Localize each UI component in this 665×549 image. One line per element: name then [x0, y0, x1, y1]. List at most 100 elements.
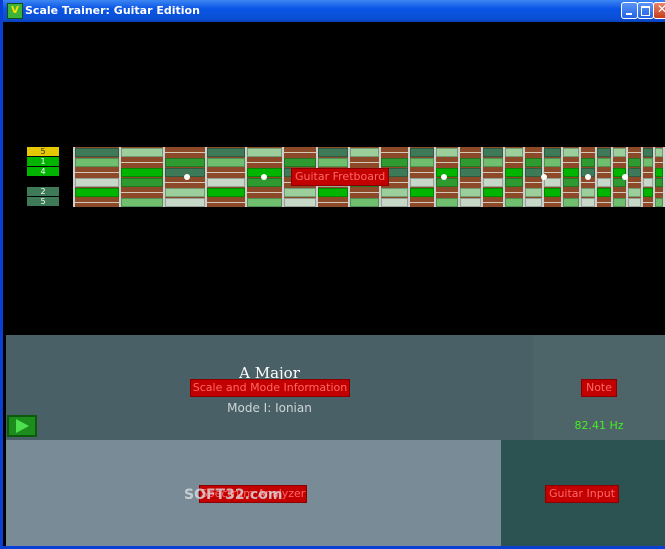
fret-note-cell[interactable] [544, 158, 561, 167]
fret-note-cell[interactable] [75, 188, 119, 197]
fret-note-cell[interactable] [525, 158, 542, 167]
fret-note-cell[interactable] [563, 168, 579, 177]
fret-note-cell[interactable] [643, 188, 653, 197]
fret-note-cell[interactable] [505, 178, 523, 187]
fret-note-cell[interactable] [284, 188, 316, 197]
fret-note-cell[interactable] [613, 198, 626, 207]
maximize-icon [641, 6, 650, 16]
fret-note-cell[interactable] [613, 148, 626, 157]
fret-marker-dot [585, 174, 591, 180]
fret-note-cell[interactable] [643, 178, 653, 187]
fret-note-cell[interactable] [460, 188, 481, 197]
fret-note-cell[interactable] [505, 168, 523, 177]
guitar-input-label: Guitar Input [545, 485, 619, 503]
fret-note-cell[interactable] [597, 158, 611, 167]
close-button[interactable]: ✕ [653, 2, 665, 19]
fret-note-cell[interactable] [381, 158, 408, 167]
app-icon[interactable]: V [7, 3, 23, 19]
fret-note-cell[interactable] [247, 148, 282, 157]
fret-note-cell[interactable] [597, 188, 611, 197]
fret-marker-dot [541, 174, 547, 180]
fret-note-cell[interactable] [505, 198, 523, 207]
fret-note-cell[interactable] [121, 168, 163, 177]
fret-note-cell[interactable] [643, 148, 653, 157]
minimize-button[interactable] [621, 2, 638, 19]
fret-note-cell[interactable] [655, 148, 663, 157]
fret-note-cell[interactable] [284, 198, 316, 207]
fret-note-cell[interactable] [436, 198, 458, 207]
fret-note-cell[interactable] [483, 148, 503, 157]
fret-note-cell[interactable] [410, 158, 434, 167]
fret-note-cell[interactable] [121, 178, 163, 187]
fret-note-cell[interactable] [525, 168, 542, 177]
fret-note-cell[interactable] [318, 188, 348, 197]
fret-note-cell[interactable] [655, 198, 663, 207]
fret-note-cell[interactable] [628, 168, 641, 177]
fret-note-cell[interactable] [436, 168, 458, 177]
fret-note-cell[interactable] [207, 188, 245, 197]
fret-note-cell[interactable] [655, 168, 663, 177]
fret-note-cell[interactable] [597, 178, 611, 187]
fret-note-cell[interactable] [165, 188, 205, 197]
legend-cell: 5 [27, 197, 59, 206]
fret-note-cell[interactable] [207, 148, 245, 157]
fret-note-cell[interactable] [165, 158, 205, 167]
fret-note-cell[interactable] [350, 148, 379, 157]
fret-note-cell[interactable] [460, 198, 481, 207]
fret-note-cell[interactable] [505, 148, 523, 157]
guitar-input-panel: Guitar Input [501, 440, 665, 546]
fret-note-cell[interactable] [436, 178, 458, 187]
fret-note-cell[interactable] [525, 198, 542, 207]
fret-note-cell[interactable] [581, 188, 595, 197]
fret-note-cell[interactable] [207, 158, 245, 167]
fret-note-cell[interactable] [581, 198, 595, 207]
fret-note-cell[interactable] [563, 148, 579, 157]
fret-note-cell[interactable] [318, 158, 348, 167]
fret-note-cell[interactable] [121, 148, 163, 157]
fret-note-cell[interactable] [643, 158, 653, 167]
fret-note-cell[interactable] [75, 158, 119, 167]
fret-note-cell[interactable] [544, 178, 561, 187]
fret-note-cell[interactable] [628, 158, 641, 167]
fret-note-cell[interactable] [436, 148, 458, 157]
fret-note-cell[interactable] [121, 198, 163, 207]
fret-note-cell[interactable] [318, 148, 348, 157]
fret-note-cell[interactable] [247, 198, 282, 207]
fret-note-cell[interactable] [350, 198, 379, 207]
fret-note-cell[interactable] [581, 158, 595, 167]
fret-note-cell[interactable] [410, 148, 434, 157]
fret-note-cell[interactable] [460, 168, 481, 177]
fret-note-cell[interactable] [207, 178, 245, 187]
title-bar[interactable]: V Scale Trainer: Guitar Edition ✕ [3, 0, 665, 22]
mode-text: Mode I: Ionian [227, 401, 312, 415]
fret-note-cell[interactable] [525, 188, 542, 197]
fret-note-cell[interactable] [75, 178, 119, 187]
fret-note-cell[interactable] [563, 178, 579, 187]
fret-note-cell[interactable] [597, 148, 611, 157]
fret-note-cell[interactable] [165, 198, 205, 207]
note-panel: Note 82.41 Hz [533, 335, 665, 440]
play-button[interactable] [7, 415, 37, 437]
note-label: Note [581, 379, 617, 397]
fret-note-cell[interactable] [381, 198, 408, 207]
fret-note-cell[interactable] [544, 148, 561, 157]
fret-note-cell[interactable] [628, 198, 641, 207]
fret-note-cell[interactable] [628, 188, 641, 197]
fret-note-cell[interactable] [410, 188, 434, 197]
fret-note-cell[interactable] [75, 148, 119, 157]
fret-marker-dot [441, 174, 447, 180]
fret-note-cell[interactable] [284, 158, 316, 167]
fret-marker-dot [622, 174, 628, 180]
fret-note-cell[interactable] [483, 178, 503, 187]
maximize-button[interactable] [637, 2, 654, 19]
fret-note-cell[interactable] [544, 188, 561, 197]
fret-note-cell[interactable] [483, 158, 503, 167]
fret-note-cell[interactable] [483, 188, 503, 197]
watermark: SOFT32.com [184, 487, 283, 503]
fret-note-cell[interactable] [655, 178, 663, 187]
window-title: Scale Trainer: Guitar Edition [25, 4, 200, 17]
fret-note-cell[interactable] [460, 158, 481, 167]
fret-note-cell[interactable] [410, 178, 434, 187]
fret-note-cell[interactable] [563, 198, 579, 207]
fret-note-cell[interactable] [381, 188, 408, 197]
